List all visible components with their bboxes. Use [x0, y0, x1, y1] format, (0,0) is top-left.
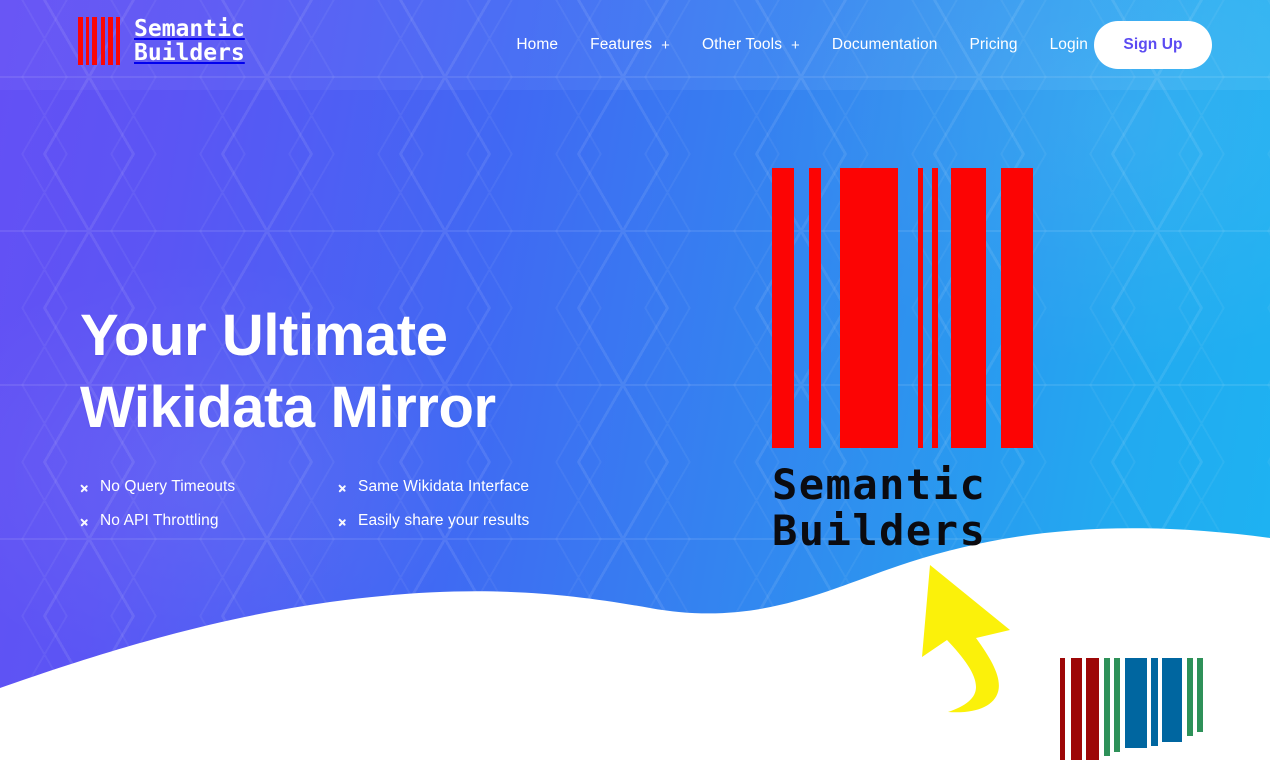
barcode-bar — [809, 168, 821, 448]
plus-icon: + — [791, 36, 800, 54]
large-barcode-icon — [772, 168, 1033, 448]
chevron-right-icon — [338, 480, 347, 495]
feature-item: Easily share your results — [338, 512, 529, 530]
barcode-bar — [1151, 658, 1158, 746]
barcode-bar — [932, 168, 938, 448]
barcode-bar — [772, 168, 794, 448]
barcode-bar — [92, 17, 97, 65]
nav-item-label: Pricing — [969, 36, 1018, 53]
chevron-right-icon — [338, 514, 347, 529]
barcode-bar — [1125, 658, 1147, 748]
nav-item-label: Documentation — [831, 36, 938, 53]
chevron-right-icon — [80, 480, 89, 495]
page-title: Your Ultimate Wikidata Mirror — [80, 300, 529, 444]
barcode-bar — [86, 17, 89, 65]
feature-label: Same Wikidata Interface — [358, 478, 530, 495]
site-header: Semantic Builders Home Features + Other Too… — [0, 0, 1270, 90]
barcode-bar — [1001, 168, 1033, 448]
headline-line-2: Wikidata Mirror — [80, 375, 496, 440]
barcode-bar — [101, 17, 105, 65]
barcode-bar — [78, 17, 83, 65]
nav-item-documentation[interactable]: Documentation — [816, 36, 954, 54]
feature-label: Easily share your results — [358, 512, 530, 529]
brand-name: Semantic Builders — [134, 17, 245, 65]
barcode-icon — [78, 17, 120, 65]
headline-line-1: Your Ultimate — [80, 303, 448, 368]
barcode-bar — [1060, 658, 1065, 760]
barcode-bar — [1114, 658, 1120, 752]
hero-section: Your Ultimate Wikidata Mirror No Query T… — [80, 300, 529, 530]
brand-logo[interactable]: Semantic Builders — [78, 17, 245, 65]
hero-logo-artwork: Semantic Builders — [772, 168, 1033, 554]
barcode-bar — [951, 168, 986, 448]
barcode-bar — [1197, 658, 1203, 732]
barcode-bar — [1104, 658, 1110, 756]
feature-item: Same Wikidata Interface — [338, 478, 529, 496]
artwork-wordmark: Semantic Builders — [772, 462, 1033, 554]
artwork-wordmark-line2: Builders — [772, 506, 987, 555]
barcode-bar — [918, 168, 923, 448]
feature-label: No API Throttling — [100, 512, 219, 529]
curved-arrow-up-left-icon — [922, 565, 1010, 713]
nav-item-home[interactable]: Home — [500, 36, 574, 54]
barcode-bar — [116, 17, 120, 65]
feature-item: No Query Timeouts — [80, 478, 338, 496]
artwork-wordmark-line1: Semantic — [772, 460, 987, 509]
barcode-bar — [1162, 658, 1182, 742]
barcode-bar — [1187, 658, 1193, 736]
feature-item: No API Throttling — [80, 512, 338, 530]
nav-item-label: Other Tools — [701, 36, 783, 53]
chevron-right-icon — [80, 514, 89, 529]
nav-item-label: Login — [1049, 36, 1088, 53]
barcode-bar — [1071, 658, 1082, 760]
barcode-bar — [108, 17, 113, 65]
nav-item-pricing[interactable]: Pricing — [953, 36, 1033, 54]
feature-label: No Query Timeouts — [100, 478, 236, 495]
nav-item-features[interactable]: Features + — [574, 36, 686, 54]
nav-item-label: Home — [516, 36, 559, 53]
plus-icon: + — [661, 36, 670, 54]
color-barcode-graphic — [1060, 658, 1203, 760]
barcode-bar — [1086, 658, 1099, 760]
nav-item-label: Features — [590, 36, 653, 53]
barcode-bar — [840, 168, 898, 448]
nav-item-other-tools[interactable]: Other Tools + — [686, 36, 816, 54]
brand-name-line1: Semantic — [134, 16, 245, 42]
feature-list: No Query Timeouts Same Wikidata Interface… — [80, 478, 529, 530]
brand-name-line2: Builders — [134, 40, 245, 66]
sign-up-button[interactable]: Sign Up — [1094, 21, 1212, 69]
main-navigation: Home Features + Other Tools + Documentation Pr… — [500, 0, 1104, 90]
landing-page: Semantic Builders Home Features + Other Too… — [0, 0, 1270, 760]
